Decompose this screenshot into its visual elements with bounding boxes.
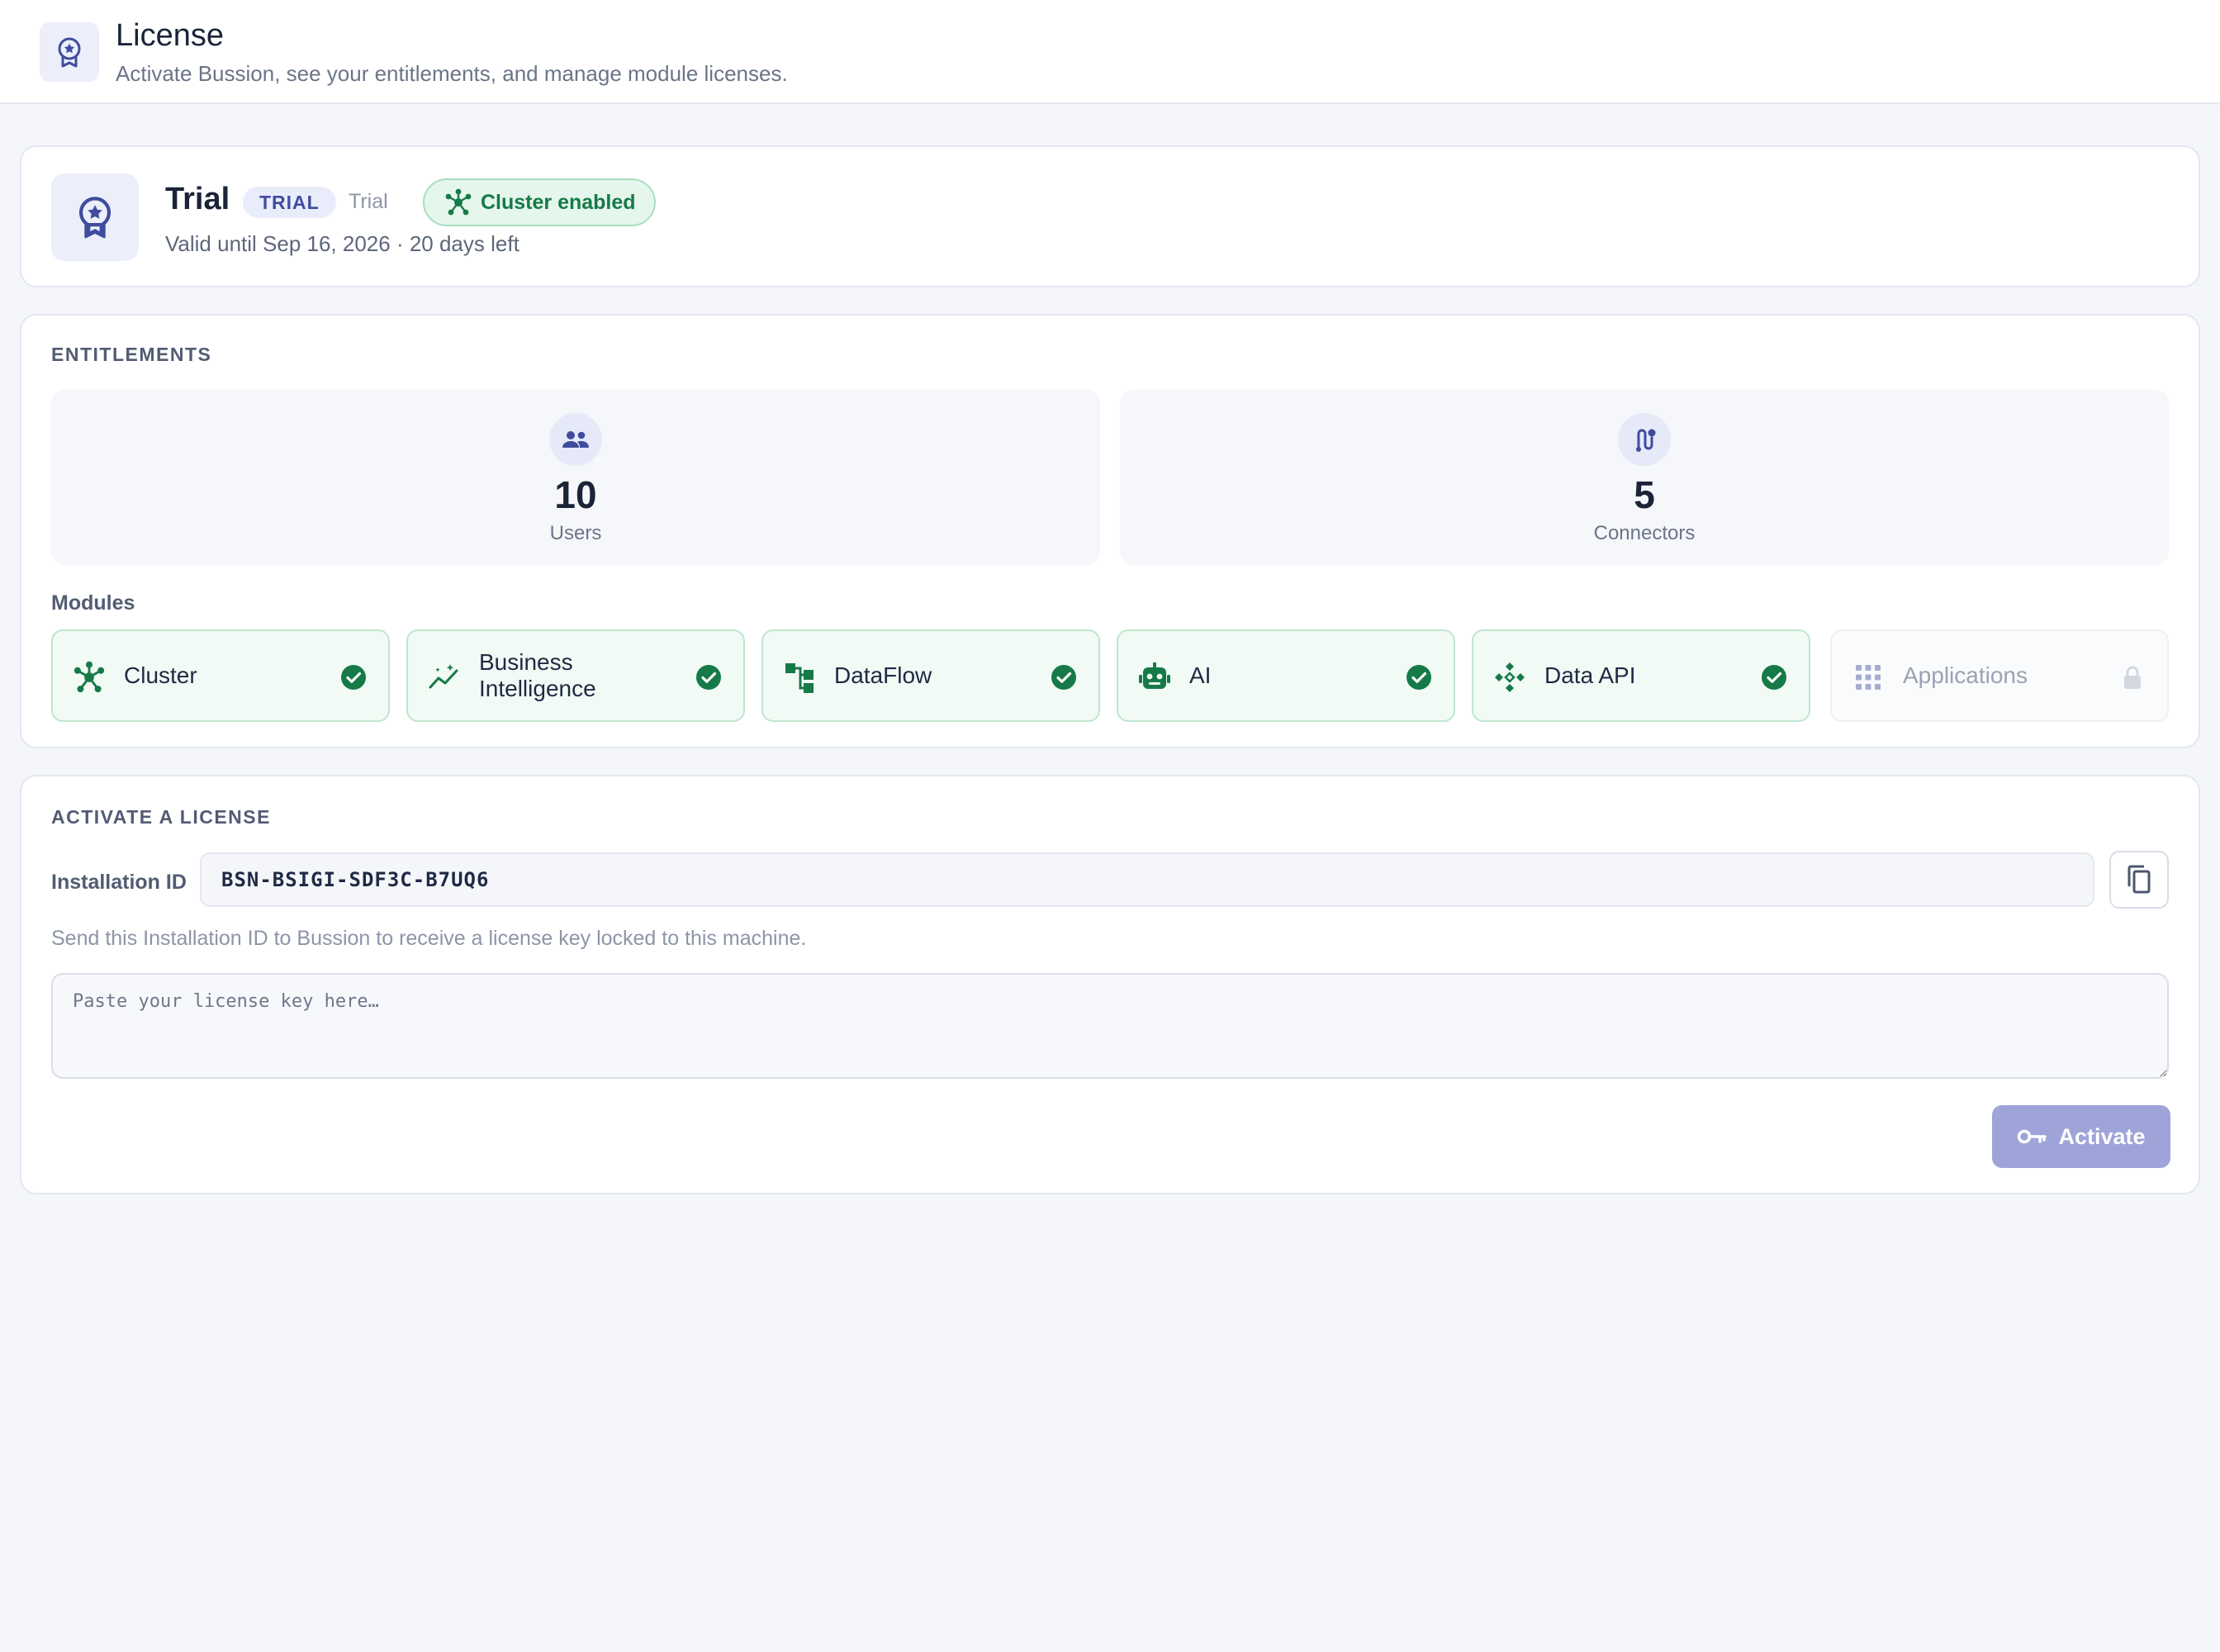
users-tile: 10 Users [51,390,1100,565]
section-label: ACTIVATE A LICENSE [51,806,271,828]
hub-icon [444,188,472,216]
check-circle-icon [1406,665,1431,690]
installation-id-label: Installation ID [51,871,187,894]
activate-license-card: ACTIVATE A LICENSE Installation ID BSN-B… [20,775,2200,1194]
robot-icon [1138,661,1171,694]
check-circle-icon [1762,665,1786,690]
license-key-input[interactable] [51,973,2169,1079]
activate-button-label: Activate [2058,1123,2146,1149]
installation-id-field[interactable]: BSN-BSIGI-SDF3C-B7UQ6 [200,852,2094,907]
cluster-pill-label: Cluster enabled [481,190,636,214]
plan-type: Trial [349,190,388,213]
module-name: Data API [1544,662,1636,688]
module-name: Business Intelligence [479,649,596,701]
award-icon [40,22,99,82]
connectors-label: Connectors [1593,522,1696,544]
check-circle-icon [341,665,366,690]
module-name: DataFlow [834,662,932,688]
connectors-tile: 5 Connectors [1120,390,2169,565]
module-name: Applications [1903,662,2028,688]
users-label: Users [549,522,602,544]
license-status-card: Trial TRIAL Trial Cluster enabled Valid … [20,145,2200,287]
plan-name: Trial [165,182,230,216]
users-count: 10 [554,473,597,516]
validity-text: Valid until Sep 16, 2026 · 20 days left [165,231,519,256]
module-name: Cluster [124,662,197,688]
check-circle-icon [696,665,721,690]
section-label: ENTITLEMENTS [51,344,212,365]
hub-icon [73,661,106,694]
modules-label: Modules [51,591,135,615]
users-icon [549,413,602,466]
copy-button[interactable] [2109,851,2169,909]
flow-icon [783,661,816,694]
apps-grid-icon [1852,661,1885,694]
lock-icon [2124,666,2141,689]
insights-icon [428,661,461,694]
api-icon [1493,661,1526,694]
plan-badge: TRIAL [243,187,336,218]
module-cluster[interactable]: Cluster [51,629,390,722]
award-icon [51,173,139,261]
module-business-intelligence[interactable]: Business Intelligence [406,629,745,722]
installation-id-hint: Send this Installation ID to Bussion to … [51,927,807,950]
module-ai[interactable]: AI [1117,629,1455,722]
module-applications[interactable]: Applications [1830,629,2169,722]
page-title: License [116,18,224,53]
page-subtitle: Activate Bussion, see your entitlements,… [116,61,788,86]
cluster-enabled-badge: Cluster enabled [423,178,656,226]
entitlements-card: ENTITLEMENTS 10 Users 5 Connectors Modul… [20,314,2200,748]
route-icon [1618,413,1671,466]
check-circle-icon [1051,665,1076,690]
module-name: AI [1189,662,1212,688]
page-header: License Activate Bussion, see your entit… [0,0,2220,104]
key-icon [2018,1129,2047,1144]
connectors-count: 5 [1634,473,1655,516]
module-data-api[interactable]: Data API [1472,629,1810,722]
activate-button[interactable]: Activate [1992,1105,2170,1168]
module-dataflow[interactable]: DataFlow [761,629,1100,722]
copy-icon [2128,865,2151,894]
